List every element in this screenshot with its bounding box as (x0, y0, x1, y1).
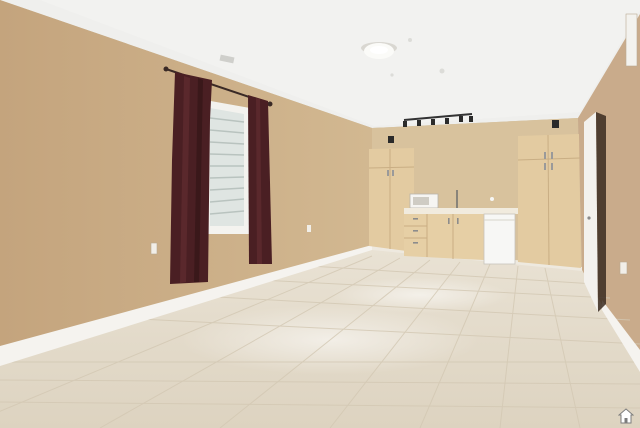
tall-cabinet-right (517, 134, 581, 268)
microwave (409, 193, 439, 209)
curtain-left (170, 72, 212, 284)
speaker-right (552, 120, 559, 128)
room-illustration (0, 0, 640, 428)
house-icon (618, 408, 634, 424)
door (584, 112, 606, 312)
wall-outlet-right (619, 261, 628, 275)
speaker-left (388, 136, 394, 143)
window (205, 100, 250, 234)
thermostat (625, 13, 638, 67)
curtain-right (248, 95, 272, 264)
mini-fridge (483, 213, 516, 265)
room-photo (0, 0, 640, 428)
wall-outlet-left (150, 242, 158, 255)
wall-outlet-back (307, 225, 311, 232)
